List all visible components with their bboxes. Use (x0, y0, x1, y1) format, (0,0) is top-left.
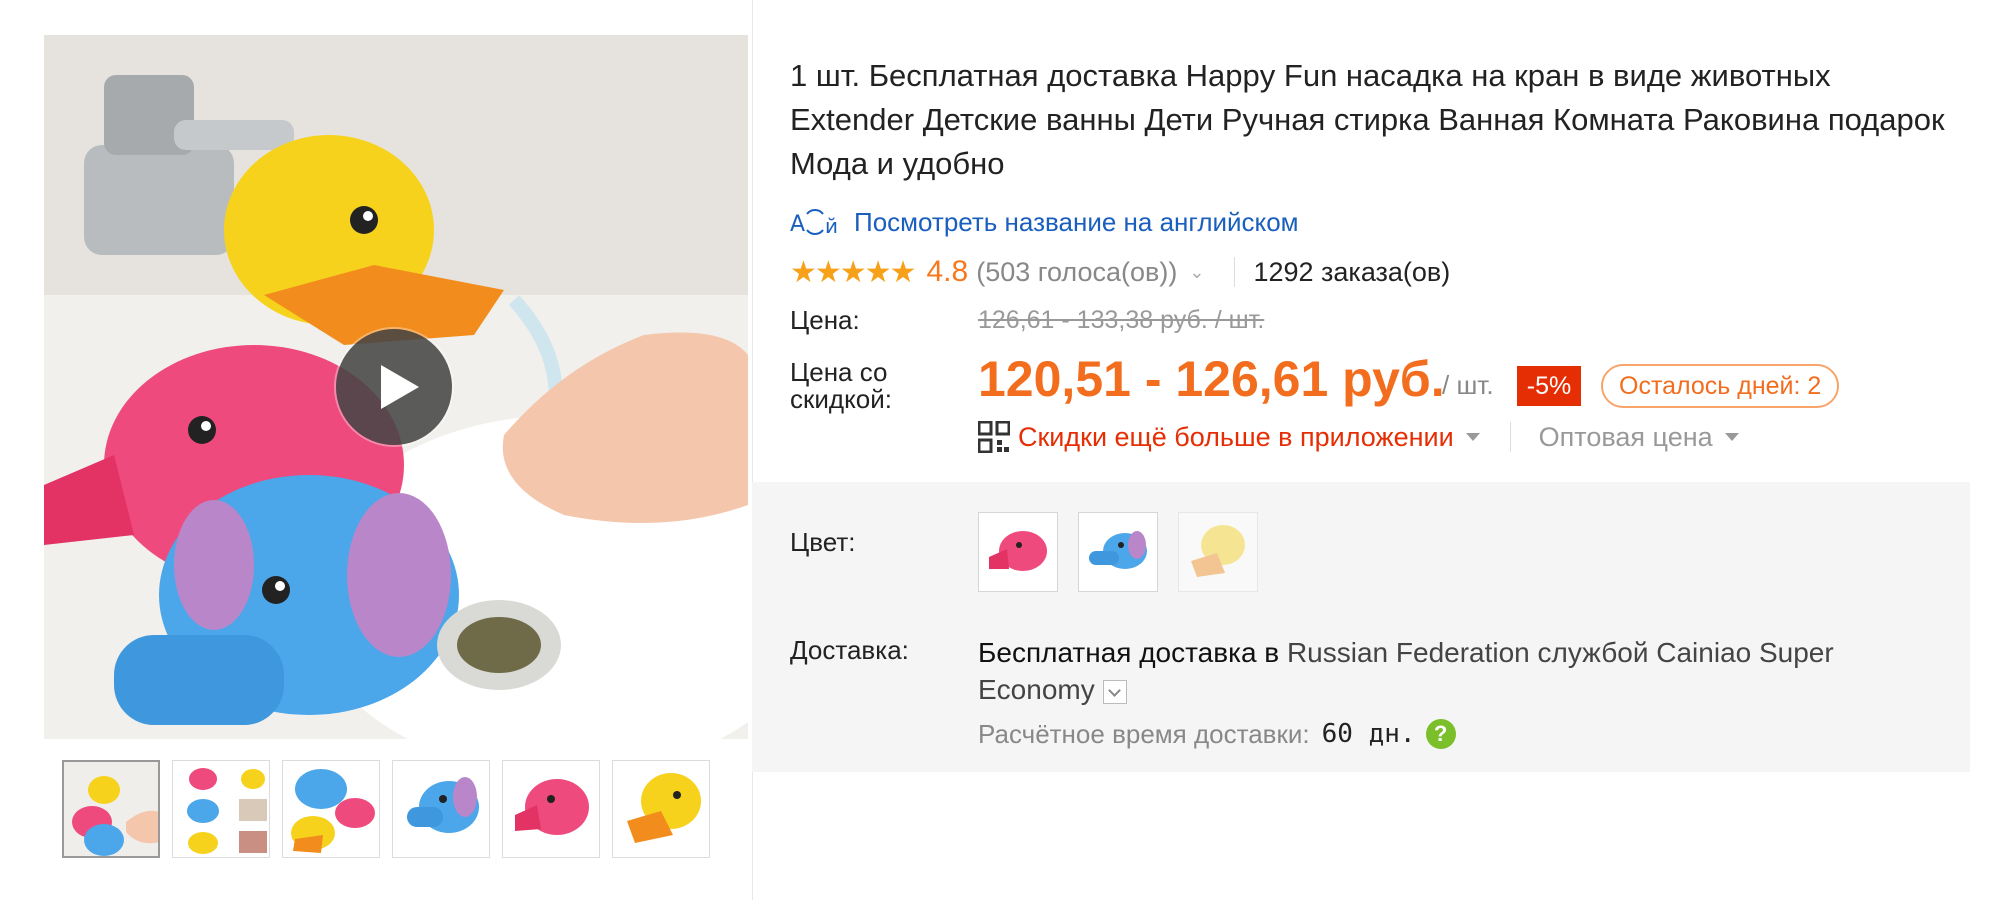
color-option-yellow[interactable] (1178, 512, 1258, 592)
app-promo-row: Скидки ещё больше в приложении Оптовая ц… (978, 418, 1739, 456)
rating-stars-icon: ★★★★★ (790, 255, 916, 289)
days-left-badge: Осталось дней: 2 (1601, 364, 1840, 408)
color-option-blue[interactable] (1078, 512, 1158, 592)
caret-down-icon[interactable] (1465, 433, 1480, 441)
svg-text:А: А (790, 212, 805, 237)
play-icon (381, 365, 419, 409)
thumbnail-4[interactable] (392, 760, 490, 858)
free-shipping-text: Бесплатная доставка в (978, 637, 1280, 668)
qr-code-icon (978, 421, 1010, 453)
votes-count-link[interactable]: (503 голоса(ов)) (976, 257, 1177, 288)
caret-down-icon[interactable] (1724, 433, 1739, 441)
translate-row: А й Посмотреть название на английском (790, 204, 1299, 240)
product-title: 1 шт. Бесплатная доставка Happy Fun наса… (790, 58, 1945, 181)
divider (1234, 257, 1236, 287)
app-discount-link[interactable]: Скидки ещё больше в приложении (1018, 422, 1454, 453)
shipping-label: Доставка: (790, 635, 909, 665)
eta-value: 60 дн. (1321, 719, 1416, 749)
discount-price-label-line1: Цена со (790, 357, 888, 387)
chevron-down-icon[interactable]: ⌄ (1189, 262, 1204, 283)
rating-row: ★★★★★ 4.8 (503 голоса(ов)) ⌄ 1292 заказа… (790, 252, 1450, 292)
video-play-button[interactable] (336, 329, 452, 445)
color-option-pink[interactable] (978, 512, 1058, 592)
help-icon[interactable]: ? (1425, 719, 1456, 749)
gallery-column (0, 0, 753, 900)
wholesale-price-link[interactable]: Оптовая цена (1539, 422, 1713, 453)
price-unit: / шт. (1442, 370, 1494, 400)
thumbnail-2[interactable] (172, 760, 270, 858)
divider (1509, 422, 1511, 452)
rating-value: 4.8 (926, 255, 969, 288)
expand-shipping-options-icon[interactable] (1102, 679, 1127, 704)
eta-label: Расчётное время доставки: (978, 718, 1310, 749)
price-label: Цена: (790, 305, 860, 335)
delivery-eta-row: Расчётное время доставки: 60 дн. ? (978, 716, 1456, 752)
main-product-image[interactable] (44, 35, 748, 739)
svg-text:й: й (825, 214, 838, 238)
color-label: Цвет: (790, 527, 856, 557)
original-price: 126,61 - 133,38 руб. / шт. (978, 306, 1265, 334)
thumbnail-3[interactable] (282, 760, 380, 858)
thumbnail-5[interactable] (502, 760, 600, 858)
shipping-info: Бесплатная доставка в Russian Federation… (978, 634, 1878, 708)
orders-count: 1292 заказа(ов) (1253, 256, 1451, 287)
translate-icon: А й (790, 209, 838, 238)
view-english-title-link[interactable]: Посмотреть название на английском (854, 207, 1299, 238)
thumbnail-1[interactable] (62, 760, 160, 858)
discount-price-label-line2: скидкой: (790, 384, 892, 414)
thumbnail-6[interactable] (612, 760, 710, 858)
sale-price: 120,51 - 126,61 руб. (978, 351, 1445, 407)
discount-badge: -5% (1517, 366, 1581, 406)
